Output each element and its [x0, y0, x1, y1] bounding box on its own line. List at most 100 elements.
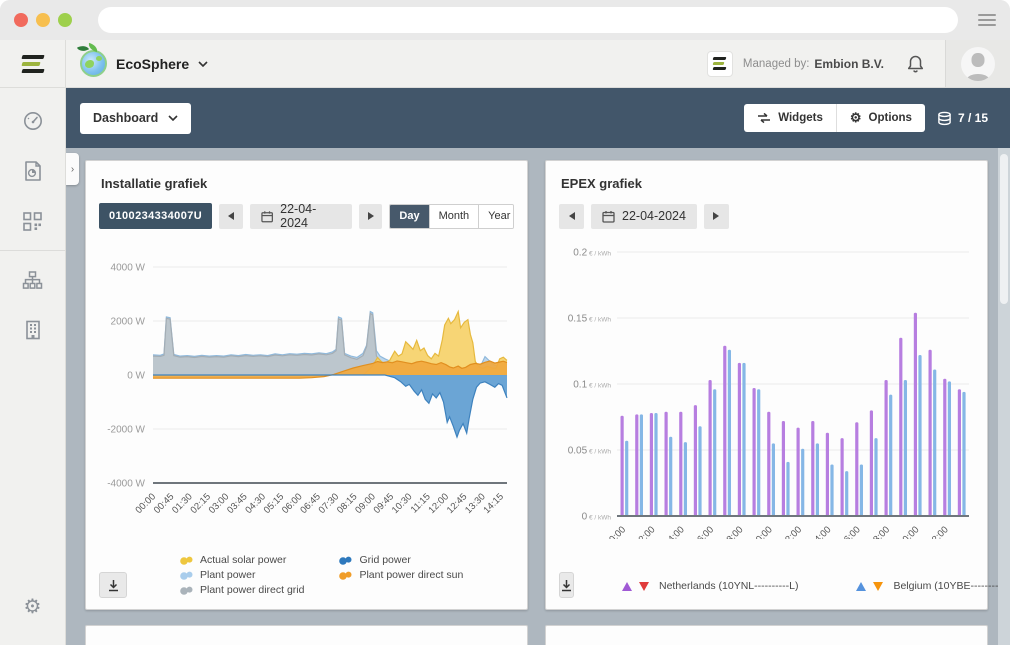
- legend-swatch-icon: [338, 570, 353, 580]
- epex-chart: 0.2 € / kWh0.15 € / kWh0.1 € / kWh0.05 €…: [559, 235, 974, 544]
- widget-count-value: 7 / 15: [958, 111, 988, 125]
- installatie-legend: Actual solar power Plant power Plant pow…: [179, 554, 463, 596]
- svg-text:10:30: 10:30: [390, 491, 415, 516]
- legend-item: Grid power: [338, 554, 463, 566]
- gauge-icon: [22, 110, 44, 132]
- legend-item: Plant power direct sun: [338, 569, 463, 581]
- svg-text:-2000 W: -2000 W: [107, 425, 145, 436]
- sidebar-expander[interactable]: ›: [66, 153, 79, 185]
- legend-swatch-icon: [179, 585, 194, 595]
- svg-text:13:30: 13:30: [463, 491, 488, 516]
- download-icon: [560, 579, 573, 592]
- browser-chrome: [0, 0, 1010, 40]
- svg-text:12:45: 12:45: [445, 491, 470, 516]
- sidebar-item-dashboard[interactable]: [0, 96, 65, 146]
- managed-by-label: Managed by:: [743, 58, 810, 70]
- svg-text:4000 W: 4000 W: [111, 263, 146, 274]
- sidebar-item-organization[interactable]: [0, 305, 65, 355]
- sidebar-item-settings[interactable]: ⚙: [0, 581, 65, 631]
- gear-icon: ⚙: [850, 110, 862, 126]
- epex-legend: Netherlands (10YNL----------L) Belgium (…: [622, 580, 1010, 592]
- dashboard-selector[interactable]: Dashboard: [80, 103, 191, 134]
- svg-text:07:30: 07:30: [317, 491, 342, 516]
- installatie-chart: 4000 W2000 W0 W-2000 W-4000 W00:0000:450…: [99, 235, 514, 532]
- gear-icon: ⚙: [24, 594, 42, 619]
- triangle-up-icon: [856, 582, 866, 591]
- chevron-down-icon: [168, 115, 178, 121]
- organization-switcher[interactable]: EcoSphere: [80, 50, 208, 77]
- range-tabs: Day Month Year: [389, 204, 514, 229]
- date-picker-button[interactable]: 22-04-2024: [591, 204, 697, 229]
- partial-widget: [85, 625, 528, 645]
- prev-day-button[interactable]: [219, 204, 243, 229]
- svg-text:12:00: 12:00: [780, 524, 805, 539]
- widgets-swap-icon: [757, 112, 771, 124]
- chevron-down-icon: [198, 61, 208, 67]
- download-icon: [107, 579, 120, 592]
- sidebar: ⚙: [0, 40, 66, 645]
- date-picker-button[interactable]: 22-04-2024: [250, 204, 352, 229]
- dashboard-toolbar: Dashboard W: [66, 88, 1010, 148]
- tab-day[interactable]: Day: [390, 205, 428, 228]
- browser-window: ⚙ EcoSphere: [0, 0, 1010, 645]
- close-window-button[interactable]: [14, 13, 28, 27]
- minimize-window-button[interactable]: [36, 13, 50, 27]
- svg-text:12:00: 12:00: [426, 491, 451, 516]
- svg-text:0.2 € / kWh: 0.2 € / kWh: [573, 248, 611, 259]
- tab-month[interactable]: Month: [429, 205, 479, 228]
- svg-text:14:15: 14:15: [481, 491, 506, 516]
- arrow-left-icon: [569, 212, 575, 220]
- triangle-down-icon: [873, 582, 883, 591]
- browser-menu-icon[interactable]: [978, 14, 996, 26]
- download-epex-button[interactable]: [559, 572, 574, 598]
- svg-text:00:00: 00:00: [134, 491, 159, 516]
- legend-swatch-icon: [179, 555, 194, 565]
- managed-by-company: Embion B.V.: [814, 57, 884, 71]
- svg-text:00:00: 00:00: [604, 524, 629, 539]
- sidebar-item-reports[interactable]: [0, 146, 65, 196]
- date-value: 22-04-2024: [622, 209, 686, 223]
- scrollbar-thumb[interactable]: [1000, 154, 1008, 304]
- svg-text:10:00: 10:00: [750, 524, 775, 539]
- legend-item: Plant power direct grid: [179, 584, 304, 596]
- svg-text:08:15: 08:15: [335, 491, 360, 516]
- app-header: EcoSphere Managed by: Embion B.V.: [66, 40, 1010, 88]
- svg-text:0.15 € / kWh: 0.15 € / kWh: [568, 314, 612, 325]
- legend-item: Belgium (10YBE----------2): [856, 580, 1010, 592]
- tab-year[interactable]: Year: [478, 205, 514, 228]
- download-installatie-button[interactable]: [99, 572, 127, 598]
- widget-counter: 7 / 15: [937, 111, 988, 126]
- svg-text:06:00: 06:00: [280, 491, 305, 516]
- calendar-icon: [261, 210, 273, 223]
- options-button-label: Options: [869, 112, 912, 124]
- svg-text:-4000 W: -4000 W: [107, 479, 145, 490]
- svg-text:20:00: 20:00: [897, 524, 922, 539]
- scrollbar-track[interactable]: [998, 148, 1010, 645]
- sidebar-item-widgets[interactable]: [0, 196, 65, 246]
- installation-serial-button[interactable]: 0100234334007U: [99, 203, 212, 229]
- sidebar-logo[interactable]: [0, 40, 65, 88]
- maximize-window-button[interactable]: [58, 13, 72, 27]
- triangle-up-icon: [622, 582, 632, 591]
- svg-text:0.05 € / kWh: 0.05 € / kWh: [568, 446, 612, 457]
- epex-widget: EPEX grafiek: [545, 160, 988, 610]
- prev-day-button[interactable]: [559, 204, 584, 229]
- sidebar-item-sites[interactable]: [0, 255, 65, 305]
- user-avatar: [961, 47, 995, 81]
- svg-text:09:45: 09:45: [372, 491, 397, 516]
- address-bar[interactable]: [98, 7, 958, 33]
- arrow-right-icon: [713, 212, 719, 220]
- svg-text:0 W: 0 W: [127, 371, 145, 382]
- widgets-button[interactable]: Widgets: [744, 104, 836, 132]
- next-day-button[interactable]: [704, 204, 729, 229]
- triangle-down-icon: [639, 582, 649, 591]
- layers-stack-icon: [937, 111, 952, 126]
- options-button[interactable]: ⚙ Options: [836, 104, 925, 132]
- notifications-button[interactable]: [906, 54, 925, 74]
- user-menu[interactable]: [945, 40, 1010, 87]
- svg-text:03:45: 03:45: [225, 491, 250, 516]
- next-day-button[interactable]: [359, 204, 383, 229]
- svg-text:22:00: 22:00: [926, 524, 951, 539]
- brand-name: EcoSphere: [116, 56, 189, 72]
- svg-text:09:00: 09:00: [353, 491, 378, 516]
